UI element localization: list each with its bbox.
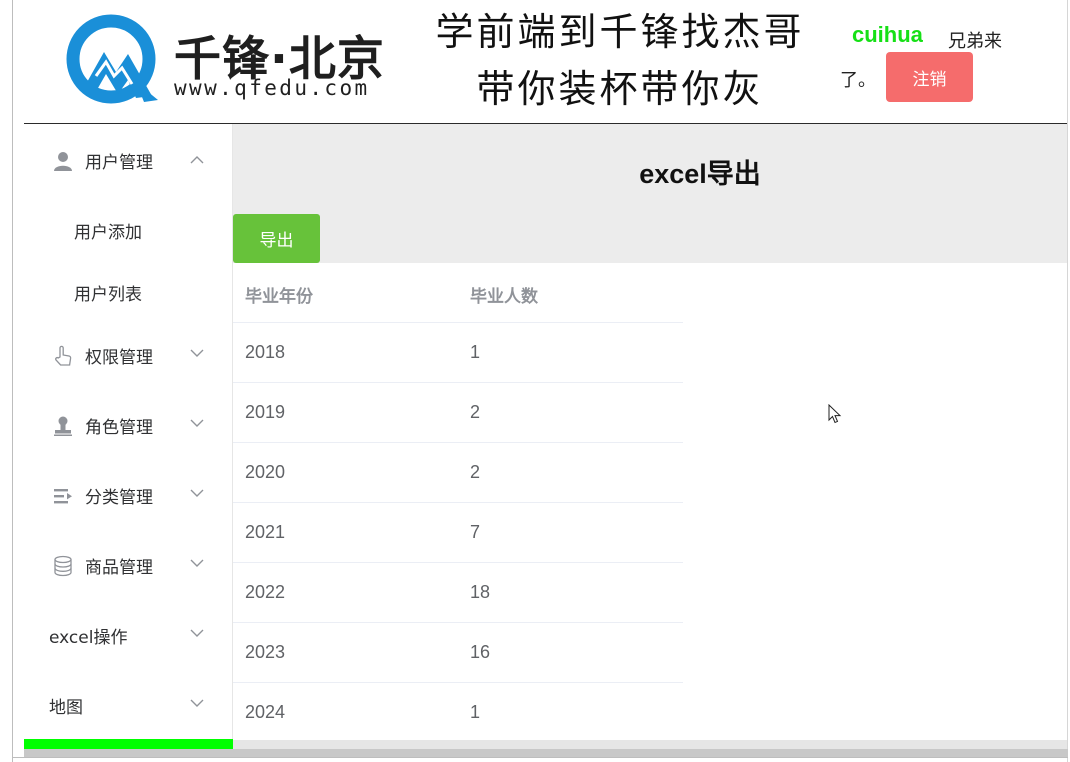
username: cuihua	[852, 22, 923, 47]
slogan-line-1: 学前端到千锋找杰哥	[435, 10, 805, 54]
table-cell-year: 2023	[245, 642, 286, 662]
chevron-up-icon	[190, 156, 204, 164]
table-row: 2021 7	[233, 503, 683, 563]
logo: 千锋·北京 www.qfedu.com	[66, 14, 384, 106]
sidebar-item-product-management[interactable]: 商品管理	[24, 538, 232, 594]
sidebar-subitem-label: 用户列表	[74, 285, 142, 305]
table-cell-year: 2022	[245, 582, 286, 602]
list-icon	[54, 489, 72, 504]
sidebar-subitem-label: 用户添加	[74, 223, 142, 243]
table-cell-count: 7	[470, 522, 481, 542]
table-header-row: 毕业年份 毕业人数	[233, 263, 683, 323]
table-cell-year: 2020	[245, 462, 286, 482]
main-toolbar-area: excel导出 导出	[233, 124, 1067, 263]
window-border-left	[12, 0, 13, 762]
greeting-text-end: 了。	[840, 70, 876, 91]
sidebar-scroll-indicator	[24, 739, 233, 749]
bottom-strip	[24, 749, 1068, 757]
mouse-cursor-icon	[828, 404, 842, 424]
table-cell-count: 1	[470, 702, 481, 722]
user-info: cuihua 兄弟来 了。 注销	[840, 20, 1030, 102]
table-row: 2020 2	[233, 443, 683, 503]
table-cell-count: 1	[470, 342, 481, 362]
logo-url: www.qfedu.com	[174, 76, 370, 100]
table-cell-count: 18	[470, 582, 491, 602]
sidebar-item-user-management[interactable]: 用户管理	[24, 133, 232, 189]
column-header-year: 毕业年份	[245, 287, 313, 307]
column-header-count: 毕业人数	[470, 287, 538, 307]
table-cell-count: 16	[470, 642, 491, 662]
user-icon	[54, 152, 72, 171]
table-row: 2018 1	[233, 323, 683, 383]
table-cell-year: 2024	[245, 702, 286, 722]
hand-pointer-icon	[55, 345, 72, 366]
table-cell-year: 2018	[245, 342, 286, 362]
app-header: 千锋·北京 www.qfedu.com 学前端到千锋找杰哥 带你装杯带你灰 cu…	[24, 0, 1067, 124]
page-title: excel导出	[639, 159, 761, 189]
chevron-down-icon	[190, 559, 204, 567]
sidebar-item-label: 商品管理	[85, 558, 153, 578]
sidebar-item-excel[interactable]: excel操作	[24, 608, 232, 664]
table-cell-year: 2019	[245, 402, 286, 422]
sidebar-item-role-management[interactable]: 角色管理	[24, 398, 232, 454]
window-border-right	[1067, 0, 1068, 762]
sidebar-item-label: 角色管理	[85, 418, 153, 438]
main-horizontal-scrollbar[interactable]	[233, 740, 1067, 749]
table-row: 2024 1	[233, 683, 683, 743]
sidebar-item-label: 权限管理	[85, 348, 153, 368]
sidebar-menu: 用户管理 用户添加 用户列表 权限管理 角色管理 分类管理 商品管理 excel…	[24, 124, 233, 749]
table-row: 2023 16	[233, 623, 683, 683]
sidebar-item-category-management[interactable]: 分类管理	[24, 468, 232, 524]
sidebar-subitem-user-add[interactable]: 用户添加	[24, 204, 232, 254]
table-cell-count: 2	[470, 462, 481, 482]
database-icon	[54, 555, 72, 577]
sidebar-item-label: excel操作	[49, 628, 128, 648]
qfedu-logo-icon	[66, 14, 158, 104]
window-border-bottom	[12, 757, 1068, 758]
sidebar-item-label: 地图	[49, 698, 83, 718]
greeting-text: 兄弟来	[948, 31, 1002, 52]
chevron-down-icon	[190, 349, 204, 357]
table-cell-count: 2	[470, 402, 481, 422]
stamp-icon	[54, 416, 72, 436]
export-button[interactable]: 导出	[233, 214, 320, 263]
graduation-table: 毕业年份 毕业人数 2018 1 2019 2 2020 2 2021 7 20…	[233, 263, 683, 743]
table-row: 2022 18	[233, 563, 683, 623]
logout-button[interactable]: 注销	[886, 52, 973, 102]
sidebar-item-map[interactable]: 地图	[24, 678, 232, 734]
chevron-down-icon	[190, 419, 204, 427]
sidebar-item-label: 用户管理	[85, 153, 153, 173]
table-row: 2019 2	[233, 383, 683, 443]
table-cell-year: 2021	[245, 522, 286, 542]
chevron-down-icon	[190, 489, 204, 497]
slogan-line-2: 带你装杯带你灰	[476, 67, 764, 111]
slogan: 学前端到千锋找杰哥 带你装杯带你灰	[420, 4, 820, 118]
chevron-down-icon	[190, 629, 204, 637]
sidebar-subitem-user-list[interactable]: 用户列表	[24, 266, 232, 316]
chevron-down-icon	[190, 699, 204, 707]
sidebar-item-label: 分类管理	[85, 488, 153, 508]
sidebar-item-permission-management[interactable]: 权限管理	[24, 328, 232, 384]
